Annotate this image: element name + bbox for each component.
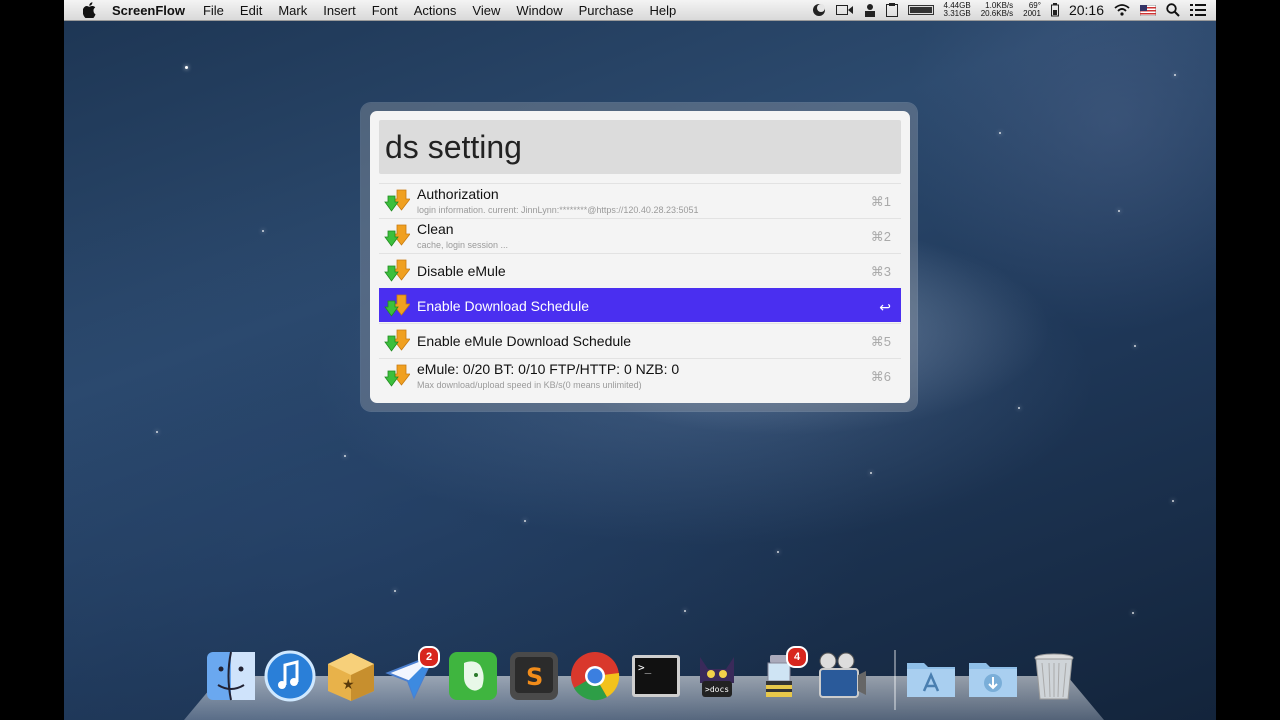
clipboard-icon[interactable]: [885, 3, 898, 17]
dock: ★ 2 S >_ >docs 4: [64, 645, 1216, 720]
download-station-icon: [384, 292, 411, 318]
result-title: Disable eMule: [417, 263, 506, 279]
menu-clock[interactable]: 20:16: [1069, 2, 1104, 18]
docs-cat-icon[interactable]: >docs: [690, 649, 744, 703]
search-input[interactable]: ds setting: [379, 120, 901, 174]
star: [1018, 407, 1020, 409]
spotlight-icon[interactable]: [1166, 3, 1180, 17]
notification-list-icon[interactable]: [1190, 4, 1206, 16]
result-shortcut: ⌘6: [870, 369, 891, 384]
result-shortcut: ⌘1: [870, 194, 891, 209]
disk-readout: 4.44GB 3.31GB: [944, 2, 971, 18]
result-row[interactable]: Disable eMule ⌘3: [379, 253, 901, 287]
status-area: 4.44GB 3.31GB 1.0KB/s 20.6KB/s 69° 2001 20:…: [807, 0, 1216, 20]
menu-insert[interactable]: Insert: [315, 3, 364, 18]
result-shortcut: ⌘5: [870, 334, 891, 349]
apple-menu-icon[interactable]: [80, 2, 100, 18]
download-station-icon: [384, 187, 411, 213]
wifi-icon[interactable]: [1114, 4, 1130, 16]
menu-window[interactable]: Window: [508, 3, 570, 18]
battery-icon[interactable]: [1050, 3, 1059, 17]
result-shortcut: ⌘2: [870, 229, 891, 244]
svg-text:★: ★: [342, 677, 355, 693]
notification-badge: 4: [786, 646, 808, 668]
download-station-icon: [384, 362, 411, 388]
svg-text:>_: >_: [638, 661, 652, 674]
star: [185, 66, 188, 69]
desktop: ScreenFlow File Edit Mark Insert Font Ac…: [64, 0, 1216, 720]
star: [1172, 500, 1174, 502]
star: [156, 431, 158, 433]
user-icon[interactable]: [864, 3, 876, 17]
star: [344, 455, 346, 457]
svg-text:S: S: [526, 663, 543, 691]
result-row[interactable]: eMule: 0/20 BT: 0/10 FTP/HTTP: 0 NZB: 0 M…: [379, 358, 901, 392]
download-station-icon: [384, 327, 411, 353]
menu-mark[interactable]: Mark: [270, 3, 315, 18]
download-station-icon: [384, 222, 411, 248]
star: [1118, 210, 1120, 212]
sensor-readout: 69° 2001: [1023, 2, 1041, 18]
result-title: Authorization: [417, 186, 499, 202]
menu-view[interactable]: View: [464, 3, 508, 18]
star: [999, 132, 1001, 134]
evernote-icon[interactable]: [446, 649, 500, 703]
movie-icon[interactable]: [814, 649, 868, 703]
star: [684, 610, 686, 612]
camera-icon[interactable]: [835, 4, 854, 16]
terminal-icon[interactable]: >_: [629, 649, 683, 703]
result-title: eMule: 0/20 BT: 0/10 FTP/HTTP: 0 NZB: 0: [417, 361, 680, 377]
svg-text:>docs: >docs: [705, 685, 729, 694]
result-row[interactable]: Enable eMule Download Schedule ⌘5: [379, 323, 901, 357]
menu-edit[interactable]: Edit: [232, 3, 270, 18]
trash-icon[interactable]: [1027, 649, 1081, 703]
star: [262, 230, 264, 232]
star: [777, 551, 779, 553]
menu-bar: ScreenFlow File Edit Mark Insert Font Ac…: [64, 0, 1216, 21]
star: [870, 472, 872, 474]
result-row[interactable]: Clean cache, login session ... ⌘2: [379, 218, 901, 252]
notification-badge: 2: [418, 646, 440, 668]
net-down: 20.6KB/s: [980, 9, 1014, 18]
mail-plane-icon[interactable]: 2: [384, 646, 440, 703]
menu-actions[interactable]: Actions: [406, 3, 465, 18]
star: [394, 590, 396, 592]
result-title: Clean: [417, 221, 454, 237]
launcher-window: ds setting Authorization login informatio…: [370, 111, 910, 403]
result-row[interactable]: Authorization login information. current:…: [379, 183, 901, 217]
star: [1132, 612, 1134, 614]
result-shortcut: ⌘3: [870, 264, 891, 279]
menu-help[interactable]: Help: [642, 3, 685, 18]
star: [1134, 345, 1136, 347]
sublime-text-icon[interactable]: S: [507, 649, 561, 703]
package-icon[interactable]: ★: [324, 649, 378, 703]
menu-purchase[interactable]: Purchase: [571, 3, 642, 18]
memory-icon[interactable]: [907, 5, 934, 15]
result-subtitle: Max download/upload speed in KB/s(0 mean…: [417, 380, 642, 390]
star: [524, 520, 526, 522]
app-menu[interactable]: ScreenFlow: [112, 3, 195, 18]
result-title: Enable Download Schedule: [417, 298, 590, 314]
disk-bottom: 3.31GB: [943, 9, 971, 18]
result-row[interactable]: Enable Download Schedule ↩: [379, 288, 901, 322]
chrome-icon[interactable]: [568, 649, 622, 703]
flag-icon[interactable]: [1140, 4, 1156, 16]
download-station-icon: [384, 257, 411, 283]
star: [1174, 74, 1176, 76]
downloads-folder-icon[interactable]: [966, 649, 1020, 703]
menu-font[interactable]: Font: [364, 3, 406, 18]
result-shortcut: ↩: [879, 299, 891, 315]
fan-speed: 2001: [1023, 9, 1041, 18]
result-title: Enable eMule Download Schedule: [417, 333, 632, 349]
moon-icon[interactable]: [812, 3, 826, 17]
finder-icon[interactable]: [204, 649, 258, 703]
result-subtitle: login information. current: JinnLynn:***…: [417, 205, 699, 215]
result-subtitle: cache, login session ...: [417, 240, 509, 250]
itunes-icon[interactable]: [263, 649, 317, 703]
menu-file[interactable]: File: [195, 3, 232, 18]
applications-folder-icon[interactable]: [904, 649, 958, 703]
lamp-icon[interactable]: 4: [752, 646, 808, 703]
network-readout: 1.0KB/s 20.6KB/s: [981, 2, 1013, 18]
